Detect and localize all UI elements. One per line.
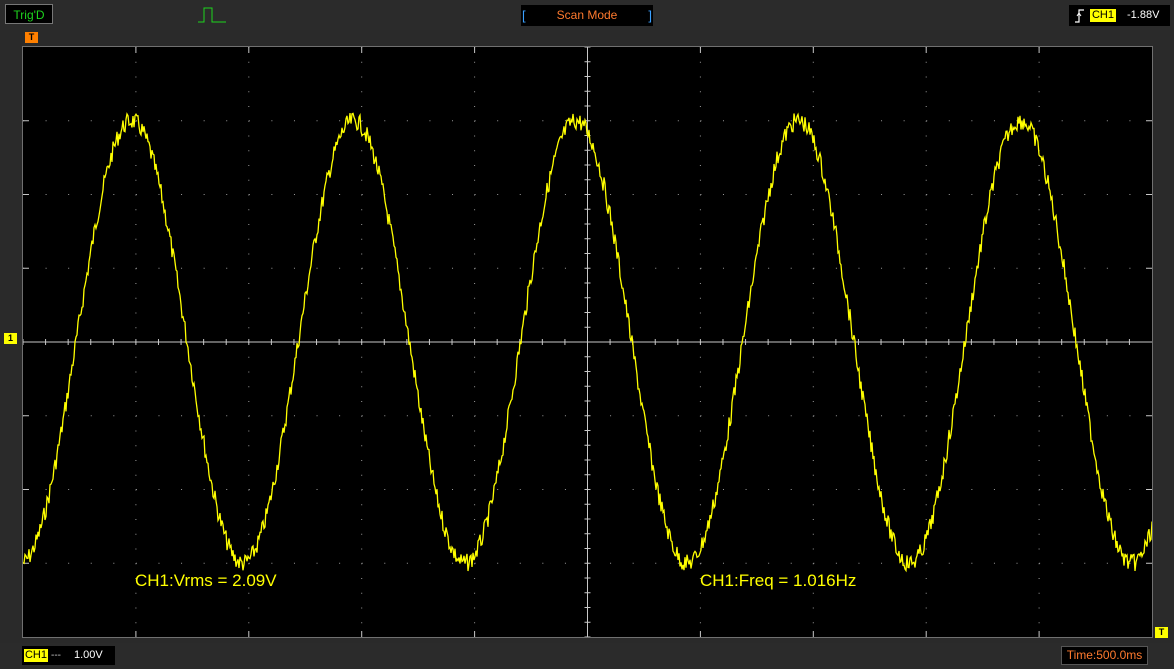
freq-measurement: CH1:Freq = 1.016Hz: [700, 571, 857, 590]
coupling-indicator: ---: [51, 650, 61, 661]
channel-scale[interactable]: CH1 --- 1.00V: [22, 646, 115, 665]
channel-label: CH1: [24, 649, 48, 662]
vrms-measurement: CH1:Vrms = 2.09V: [135, 571, 277, 590]
waveform-svg: [22, 46, 1153, 638]
bracket-right: ]: [648, 8, 652, 23]
trigger-status: Trig'D: [5, 4, 53, 24]
bracket-left: [: [522, 8, 526, 23]
trigger-level: -1.88V: [1127, 9, 1160, 21]
trigger-info[interactable]: CH1 -1.88V: [1069, 5, 1170, 26]
channel1-ground-marker[interactable]: 1: [4, 333, 17, 344]
pulse-icon: [198, 7, 226, 23]
trigger-level-marker[interactable]: T: [1155, 627, 1168, 638]
rising-edge-icon: [1075, 9, 1084, 23]
trigger-position-marker[interactable]: T: [25, 32, 38, 43]
waveform-display[interactable]: CH1:Vrms = 2.09V CH1:Freq = 1.016Hz: [22, 46, 1153, 638]
volts-per-div: 1.00V: [74, 649, 103, 661]
timebase[interactable]: Time:500.0ms: [1061, 646, 1148, 665]
trigger-channel: CH1: [1090, 9, 1116, 22]
scan-mode-display[interactable]: [ Scan Mode ]: [521, 5, 653, 26]
scan-mode-label: Scan Mode: [556, 8, 618, 22]
top-toolbar: Trig'D [ Scan Mode ] CH1 -1.88V: [0, 0, 1174, 30]
bottom-status-bar: CH1 --- 1.00V Time:500.0ms: [0, 643, 1174, 669]
